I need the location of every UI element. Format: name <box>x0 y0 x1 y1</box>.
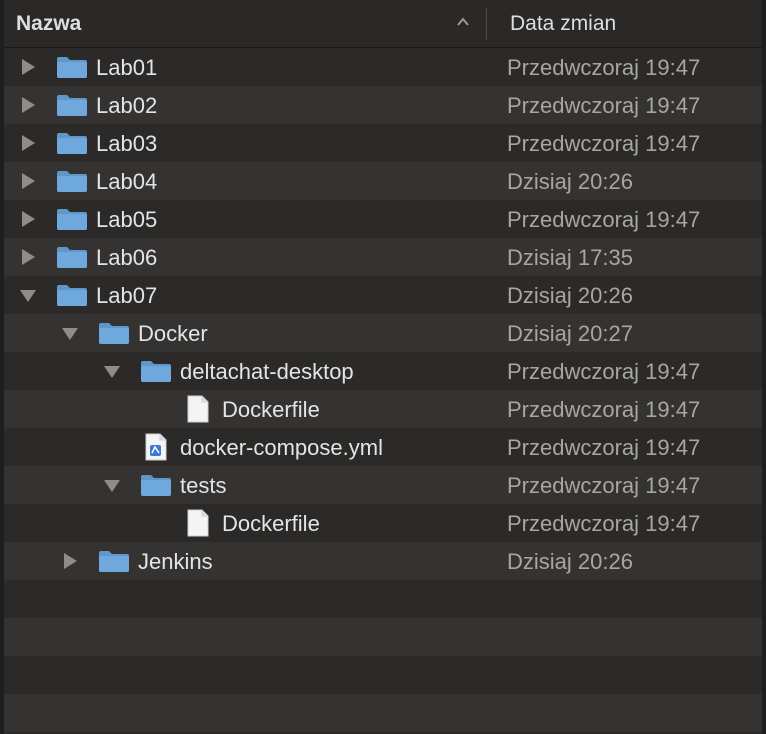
item-date: Dzisiaj 20:26 <box>507 283 633 308</box>
item-name: Docker <box>138 321 208 346</box>
list-item[interactable]: deltachat-desktop Przedwczoraj 19:47 <box>4 352 762 390</box>
list-item[interactable]: Jenkins Dzisiaj 20:26 <box>4 542 762 580</box>
item-date: Przedwczoraj 19:47 <box>507 511 701 536</box>
item-name: Lab06 <box>96 245 158 270</box>
folder-icon <box>141 361 171 382</box>
item-date: Przedwczoraj 19:47 <box>507 397 701 422</box>
folder-icon <box>57 209 87 230</box>
item-date: Przedwczoraj 19:47 <box>507 93 701 118</box>
disclosure-collapsed-icon[interactable] <box>20 135 36 151</box>
disclosure-collapsed-icon[interactable] <box>20 97 36 113</box>
disclosure-collapsed-icon[interactable] <box>20 249 36 265</box>
list-item[interactable]: Lab07 Dzisiaj 20:26 <box>4 276 762 314</box>
folder-icon <box>57 95 87 116</box>
yml-file-icon <box>145 433 167 461</box>
sort-ascending-icon[interactable] <box>456 15 470 29</box>
disclosure-collapsed-icon[interactable] <box>20 173 36 189</box>
empty-row <box>4 580 762 618</box>
column-divider[interactable] <box>486 8 487 40</box>
document-icon <box>187 395 209 423</box>
list-item[interactable]: Lab05 Przedwczoraj 19:47 <box>4 200 762 238</box>
list-item[interactable]: Lab04 Dzisiaj 20:26 <box>4 162 762 200</box>
item-name: Lab02 <box>96 93 158 118</box>
folder-icon <box>57 171 87 192</box>
list-item[interactable]: Lab03 Przedwczoraj 19:47 <box>4 124 762 162</box>
disclosure-expanded-icon[interactable] <box>104 477 120 493</box>
folder-icon <box>99 323 129 344</box>
empty-row <box>4 618 762 656</box>
item-date: Przedwczoraj 19:47 <box>507 435 701 460</box>
disclosure-expanded-icon[interactable] <box>62 325 78 341</box>
item-name: Jenkins <box>138 549 213 574</box>
item-name: docker-compose.yml <box>180 435 383 460</box>
item-name: Lab07 <box>96 283 158 308</box>
disclosure-collapsed-icon[interactable] <box>62 553 78 569</box>
disclosure-collapsed-icon[interactable] <box>20 59 36 75</box>
item-date: Dzisiaj 20:27 <box>507 321 633 346</box>
empty-row <box>4 656 762 694</box>
folder-icon <box>141 475 171 496</box>
empty-row <box>4 694 762 732</box>
folder-icon <box>99 551 129 572</box>
item-name: tests <box>180 473 227 498</box>
item-name: Lab05 <box>96 207 158 232</box>
column-header: Nazwa Data zmian <box>4 0 762 48</box>
item-name: Dockerfile <box>222 511 320 536</box>
date-column-header[interactable]: Data zmian <box>510 12 616 36</box>
item-name: Dockerfile <box>222 397 320 422</box>
item-date: Przedwczoraj 19:47 <box>507 55 701 80</box>
file-list: Lab01 Przedwczoraj 19:47 Lab02 Przedwczora… <box>4 48 762 732</box>
list-item[interactable]: tests Przedwczoraj 19:47 <box>4 466 762 504</box>
item-date: Dzisiaj 20:26 <box>507 549 633 574</box>
folder-icon <box>57 247 87 268</box>
name-column-header[interactable]: Nazwa <box>16 12 81 36</box>
item-name: Lab03 <box>96 131 158 156</box>
item-date: Dzisiaj 20:26 <box>507 169 633 194</box>
item-name: deltachat-desktop <box>180 359 354 384</box>
disclosure-expanded-icon[interactable] <box>20 287 36 303</box>
list-item[interactable]: Lab02 Przedwczoraj 19:47 <box>4 86 762 124</box>
item-date: Dzisiaj 17:35 <box>507 245 633 270</box>
disclosure-expanded-icon[interactable] <box>104 363 120 379</box>
list-item[interactable]: Docker Dzisiaj 20:27 <box>4 314 762 352</box>
item-date: Przedwczoraj 19:47 <box>507 473 701 498</box>
finder-list-view: Nazwa Data zmian Lab01 Przedwczoraj 19:47… <box>4 0 762 734</box>
item-date: Przedwczoraj 19:47 <box>507 359 701 384</box>
item-name: Lab01 <box>96 55 158 80</box>
list-item[interactable]: Lab01 Przedwczoraj 19:47 <box>4 48 762 86</box>
list-item[interactable]: Lab06 Dzisiaj 17:35 <box>4 238 762 276</box>
item-date: Przedwczoraj 19:47 <box>507 207 701 232</box>
disclosure-collapsed-icon[interactable] <box>20 211 36 227</box>
folder-icon <box>57 57 87 78</box>
document-icon <box>187 509 209 537</box>
list-item[interactable]: Dockerfile Przedwczoraj 19:47 <box>4 390 762 428</box>
folder-icon <box>57 285 87 306</box>
item-date: Przedwczoraj 19:47 <box>507 131 701 156</box>
folder-icon <box>57 133 87 154</box>
list-item[interactable]: docker-compose.yml Przedwczoraj 19:47 <box>4 428 762 466</box>
item-name: Lab04 <box>96 169 158 194</box>
list-item[interactable]: Dockerfile Przedwczoraj 19:47 <box>4 504 762 542</box>
